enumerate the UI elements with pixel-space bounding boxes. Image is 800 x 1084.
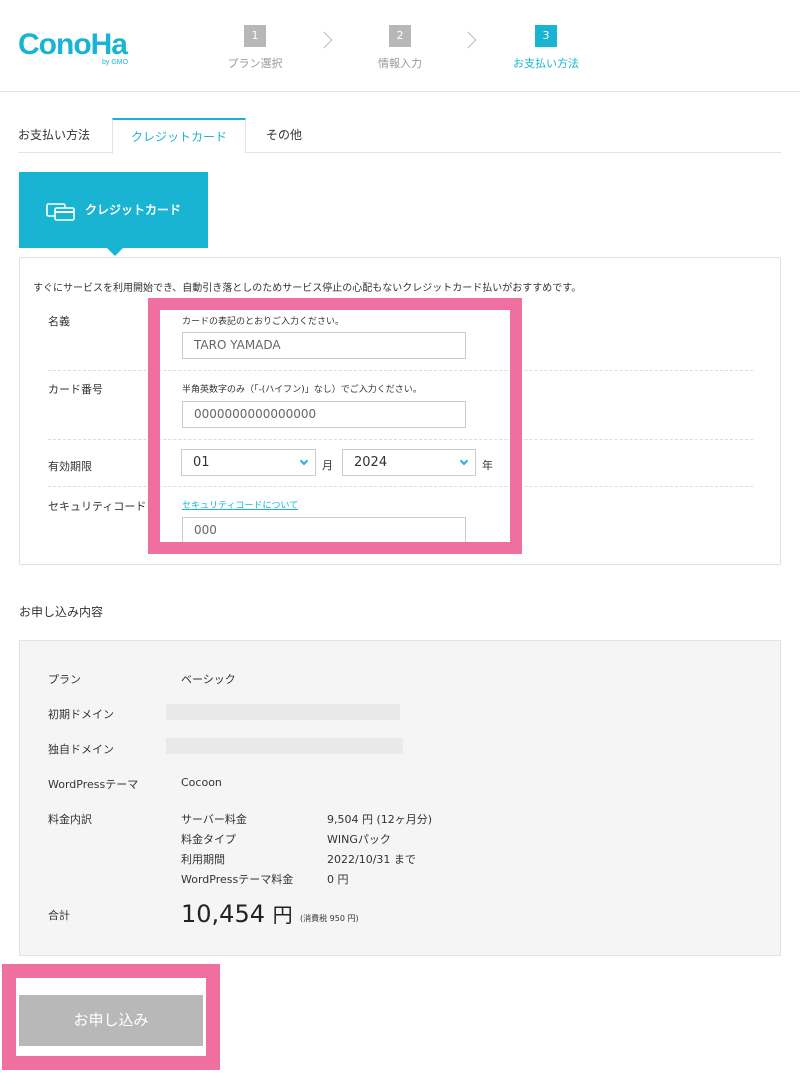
total-value: 10,454: [181, 900, 265, 928]
expiry-month-select[interactable]: 01: [181, 449, 316, 476]
name-label: 名義: [48, 315, 70, 328]
form-intro: すぐにサービスを利用開始でき、自動引き落としのためサービス停止の心配もないクレジ…: [33, 283, 582, 294]
initial-domain-label: 初期ドメイン: [48, 708, 114, 721]
expiry-year-value: 2024: [354, 455, 388, 470]
divider: [48, 370, 753, 371]
step-label: お支払い方法: [513, 57, 579, 70]
year-unit: 年: [482, 459, 493, 472]
order-summary: プラン ベーシック 初期ドメイン 独自ドメイン WordPressテーマ Coc…: [19, 640, 781, 956]
credit-card-icon: [46, 203, 75, 221]
header: ConoHa by GMO 1 プラン選択 2 情報入力 3 お支払い方法: [0, 0, 800, 92]
redacted-initial-domain: [166, 704, 400, 720]
fee-key: 利用期間: [181, 853, 225, 866]
own-domain-label: 独自ドメイン: [48, 743, 114, 756]
step-label: 情報入力: [378, 57, 422, 70]
expiry-label: 有効期限: [48, 460, 92, 473]
credit-card-method-card[interactable]: クレジットカード: [19, 172, 208, 256]
chevron-down-icon: [299, 456, 309, 466]
theme-label: WordPressテーマ: [48, 778, 139, 791]
redacted-own-domain: [166, 738, 403, 754]
total-label: 合計: [48, 909, 70, 922]
theme-value: Cocoon: [181, 776, 222, 789]
step-number: 3: [535, 25, 557, 47]
step-number: 2: [389, 25, 411, 47]
svg-text:ConoHa: ConoHa: [18, 28, 128, 61]
fee-value: WINGパック: [327, 833, 391, 846]
payment-method-heading: お支払い方法: [18, 128, 91, 142]
total-unit: 円: [272, 903, 293, 927]
security-code-input[interactable]: 000: [182, 517, 466, 544]
card-number-input[interactable]: 0000000000000000: [182, 401, 466, 428]
divider: [48, 439, 753, 440]
chevron-down-icon: [459, 456, 469, 466]
chevron-right-icon: [315, 31, 333, 49]
card-number-label: カード番号: [48, 383, 103, 396]
method-card-label: クレジットカード: [85, 203, 182, 217]
tab-credit-card[interactable]: クレジットカード: [112, 118, 246, 154]
security-code-help-link[interactable]: セキュリティコードについて: [182, 498, 298, 511]
summary-title: お申し込み内容: [19, 605, 104, 619]
month-unit: 月: [322, 459, 333, 472]
expiry-month-value: 01: [193, 455, 210, 470]
fee-value: 2022/10/31 まで: [327, 853, 416, 866]
step-label: プラン選択: [227, 57, 283, 70]
credit-card-form: すぐにサービスを利用開始でき、自動引き落としのためサービス停止の心配もないクレジ…: [19, 257, 781, 565]
fee-key: サーバー料金: [181, 813, 247, 826]
tax-note: (消費税 950 円): [300, 914, 359, 923]
fee-key: 料金タイプ: [181, 833, 236, 846]
chevron-right-icon: [459, 31, 477, 49]
card-number-hint: 半角英数字のみ（「-(ハイフン)」なし）でご入力ください。: [182, 385, 422, 395]
security-code-label: セキュリティコード: [48, 500, 147, 513]
tab-other[interactable]: その他: [248, 118, 320, 153]
svg-text:by GMO: by GMO: [102, 59, 129, 66]
step-plan-select: 1 プラン選択: [205, 24, 305, 71]
cardholder-name-input[interactable]: TARO YAMADA: [182, 332, 466, 359]
step-info-input: 2 情報入力: [350, 24, 450, 71]
selected-indicator: [107, 248, 123, 256]
plan-label: プラン: [48, 673, 81, 686]
fee-key: WordPressテーマ料金: [181, 873, 294, 886]
divider: [48, 486, 753, 487]
fee-value: 9,504 円 (12ヶ月分): [327, 813, 433, 826]
fee-breakdown-label: 料金内訳: [48, 813, 92, 826]
total-amount: 10,454 円: [181, 899, 293, 928]
submit-button[interactable]: お申し込み: [19, 995, 203, 1046]
name-hint: カードの表記のとおりご入力ください。: [182, 317, 345, 327]
step-number: 1: [244, 25, 266, 47]
payment-tabs: お支払い方法 クレジットカード その他: [18, 118, 781, 154]
expiry-year-select[interactable]: 2024: [342, 449, 476, 476]
fee-value: 0 円: [327, 873, 349, 886]
plan-value: ベーシック: [181, 673, 236, 686]
conoha-logo[interactable]: ConoHa by GMO: [18, 24, 140, 68]
step-payment: 3 お支払い方法: [496, 24, 596, 71]
